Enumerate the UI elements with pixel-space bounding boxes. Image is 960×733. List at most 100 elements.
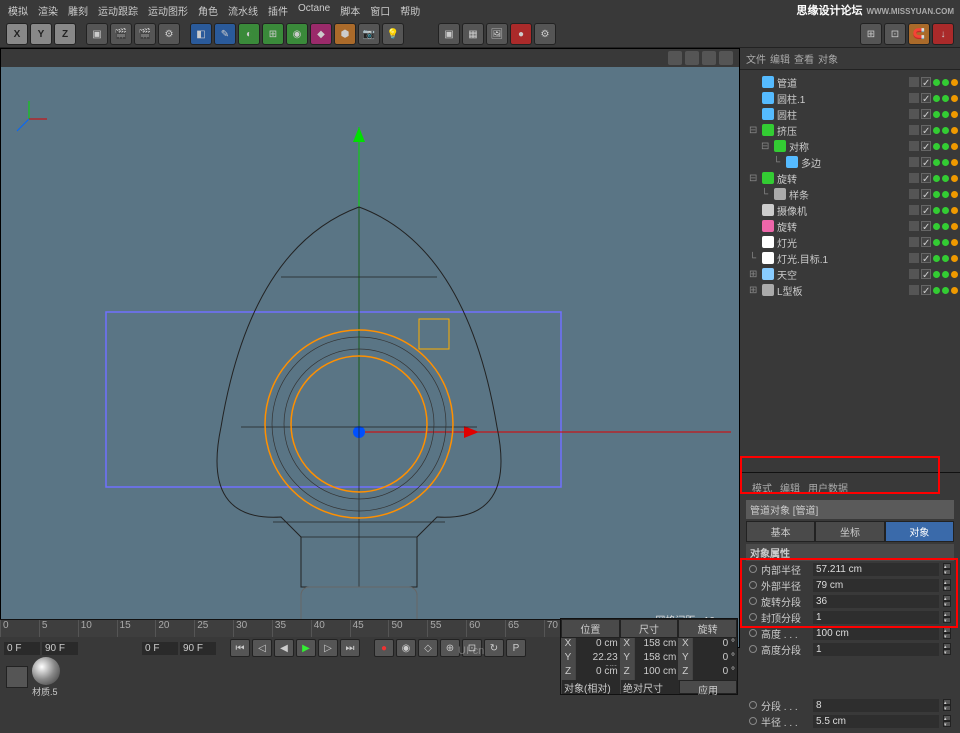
coord-mode2[interactable]: 绝对尺寸 bbox=[620, 680, 679, 694]
key-next-icon[interactable]: ▷ bbox=[318, 639, 338, 657]
tab-coord[interactable]: 坐标 bbox=[815, 521, 884, 542]
material-label: 材质.5 bbox=[32, 685, 60, 698]
camera-icon[interactable]: 📷 bbox=[358, 23, 380, 45]
tool-button[interactable]: 🎬 bbox=[134, 23, 156, 45]
attr-row: 外部半径79 cm▴▾ bbox=[746, 577, 954, 593]
tool-button[interactable]: 🎬 bbox=[110, 23, 132, 45]
menu-item[interactable]: 渲染 bbox=[38, 3, 58, 18]
menu-item[interactable]: 帮助 bbox=[400, 3, 420, 18]
picture-viewer-icon[interactable]: 🖼 bbox=[486, 23, 508, 45]
object-row[interactable]: ⊞L型板✓ bbox=[742, 282, 958, 298]
axis-z-button[interactable]: Z bbox=[54, 23, 76, 45]
menu-item[interactable]: Octane bbox=[298, 3, 330, 18]
menu-item[interactable]: 角色 bbox=[198, 3, 218, 18]
cur-frame[interactable]: 90 F bbox=[42, 642, 78, 655]
pos-key-icon[interactable]: ⊕ bbox=[440, 639, 460, 657]
render-view-icon[interactable]: ▣ bbox=[438, 23, 460, 45]
object-row[interactable]: ⊟挤压✓ bbox=[742, 122, 958, 138]
array-icon[interactable]: ⊞ bbox=[262, 23, 284, 45]
play-back-icon[interactable]: ◀ bbox=[274, 639, 294, 657]
apply-button[interactable]: 应用 bbox=[679, 680, 737, 694]
viewport[interactable]: 网格间距 : 10 cm bbox=[0, 48, 740, 648]
axis-y-button[interactable]: Y bbox=[30, 23, 52, 45]
tab-view[interactable]: 查看 bbox=[794, 51, 814, 66]
tool-button[interactable]: ▣ bbox=[86, 23, 108, 45]
object-row[interactable]: └灯光.目标.1✓ bbox=[742, 250, 958, 266]
autokey-icon[interactable]: ◉ bbox=[396, 639, 416, 657]
play-fwd-icon[interactable]: ▶ bbox=[296, 639, 316, 657]
goto-start-icon[interactable]: ⏮ bbox=[230, 639, 250, 657]
tick: 10 bbox=[78, 620, 117, 637]
end-frame[interactable]: 0 F bbox=[142, 642, 178, 655]
layout-icon[interactable]: ⊞ bbox=[860, 23, 882, 45]
render-settings-icon[interactable]: ⚙ bbox=[534, 23, 556, 45]
material-preview[interactable] bbox=[32, 657, 60, 685]
object-row[interactable]: ⊞天空✓ bbox=[742, 266, 958, 282]
menu-item[interactable]: 雕刻 bbox=[68, 3, 88, 18]
tab-object[interactable]: 对象 bbox=[885, 521, 954, 542]
nurbs-icon[interactable]: ◐ bbox=[238, 23, 260, 45]
object-row[interactable]: 灯光✓ bbox=[742, 234, 958, 250]
render-region-icon[interactable]: ▦ bbox=[462, 23, 484, 45]
menu-item[interactable]: 脚本 bbox=[340, 3, 360, 18]
layout-icon[interactable]: ⊡ bbox=[884, 23, 906, 45]
menu-item[interactable]: 插件 bbox=[268, 3, 288, 18]
rot-key-icon[interactable]: ↻ bbox=[484, 639, 504, 657]
end-frame2[interactable]: 90 F bbox=[180, 642, 216, 655]
vp-nav-icon[interactable] bbox=[702, 51, 716, 65]
cube-icon[interactable]: ◧ bbox=[190, 23, 212, 45]
menu-item[interactable]: 窗口 bbox=[370, 3, 390, 18]
watermark-bottom: UI·cn bbox=[458, 645, 484, 657]
object-row[interactable]: └样条✓ bbox=[742, 186, 958, 202]
tool-button[interactable]: ⚙ bbox=[158, 23, 180, 45]
menu-item[interactable]: 运动图形 bbox=[148, 3, 188, 18]
deformer-icon[interactable]: ◆ bbox=[310, 23, 332, 45]
vp-nav-icon[interactable] bbox=[685, 51, 699, 65]
record-icon[interactable]: ● bbox=[510, 23, 532, 45]
object-row[interactable]: 旋转✓ bbox=[742, 218, 958, 234]
object-row[interactable]: ⊟旋转✓ bbox=[742, 170, 958, 186]
keyframe-icon[interactable]: ◇ bbox=[418, 639, 438, 657]
env-icon[interactable]: ⬢ bbox=[334, 23, 356, 45]
object-row[interactable]: 摄像机✓ bbox=[742, 202, 958, 218]
object-row[interactable]: 圆柱✓ bbox=[742, 106, 958, 122]
tab-file[interactable]: 文件 bbox=[746, 51, 766, 66]
axis-x-button[interactable]: X bbox=[6, 23, 28, 45]
coord-mode1[interactable]: 对象(相对) bbox=[561, 680, 620, 694]
material-manager[interactable]: 材质.5 bbox=[0, 659, 66, 695]
attr-user[interactable]: 用户数据 bbox=[808, 480, 848, 495]
new-material-icon[interactable] bbox=[6, 666, 28, 688]
start-frame[interactable]: 0 F bbox=[4, 642, 40, 655]
object-row[interactable]: 圆柱.1✓ bbox=[742, 90, 958, 106]
object-row[interactable]: ⊟对称✓ bbox=[742, 138, 958, 154]
menu-item[interactable]: 模拟 bbox=[8, 3, 28, 18]
object-tree[interactable]: 管道✓圆柱.1✓圆柱✓⊟挤压✓⊟对称✓└多边✓⊟旋转✓└样条✓摄像机✓旋转✓灯光… bbox=[740, 70, 960, 302]
key-prev-icon[interactable]: ◁ bbox=[252, 639, 272, 657]
goto-end-icon[interactable]: ⏭ bbox=[340, 639, 360, 657]
object-manager-tabs: 文件 编辑 查看 对象 bbox=[740, 48, 960, 70]
axis-gizmo bbox=[9, 99, 49, 139]
model-wireframe bbox=[1, 67, 739, 649]
tick: 0 bbox=[0, 620, 39, 637]
tab-object[interactable]: 对象 bbox=[818, 51, 838, 66]
coord-rot-header: 旋转 bbox=[678, 619, 737, 638]
light-icon[interactable]: 💡 bbox=[382, 23, 404, 45]
generator-icon[interactable]: ◉ bbox=[286, 23, 308, 45]
magnet-icon[interactable]: 🧲 bbox=[908, 23, 930, 45]
menu-item[interactable]: 流水线 bbox=[228, 3, 258, 18]
attr-edit[interactable]: 编辑 bbox=[780, 480, 800, 495]
object-row[interactable]: 管道✓ bbox=[742, 74, 958, 90]
object-row[interactable]: └多边✓ bbox=[742, 154, 958, 170]
tab-edit[interactable]: 编辑 bbox=[770, 51, 790, 66]
tab-basic[interactable]: 基本 bbox=[746, 521, 815, 542]
param-key-icon[interactable]: P bbox=[506, 639, 526, 657]
menu-item[interactable]: 运动跟踪 bbox=[98, 3, 138, 18]
vp-nav-icon[interactable] bbox=[719, 51, 733, 65]
attr-mode[interactable]: 模式 bbox=[752, 480, 772, 495]
record-key-icon[interactable]: ● bbox=[374, 639, 394, 657]
vp-nav-icon[interactable] bbox=[668, 51, 682, 65]
arrow-icon[interactable]: ↓ bbox=[932, 23, 954, 45]
watermark-main: 思缘设计论坛 bbox=[796, 5, 862, 17]
tick: 55 bbox=[427, 620, 466, 637]
pen-icon[interactable]: ✎ bbox=[214, 23, 236, 45]
